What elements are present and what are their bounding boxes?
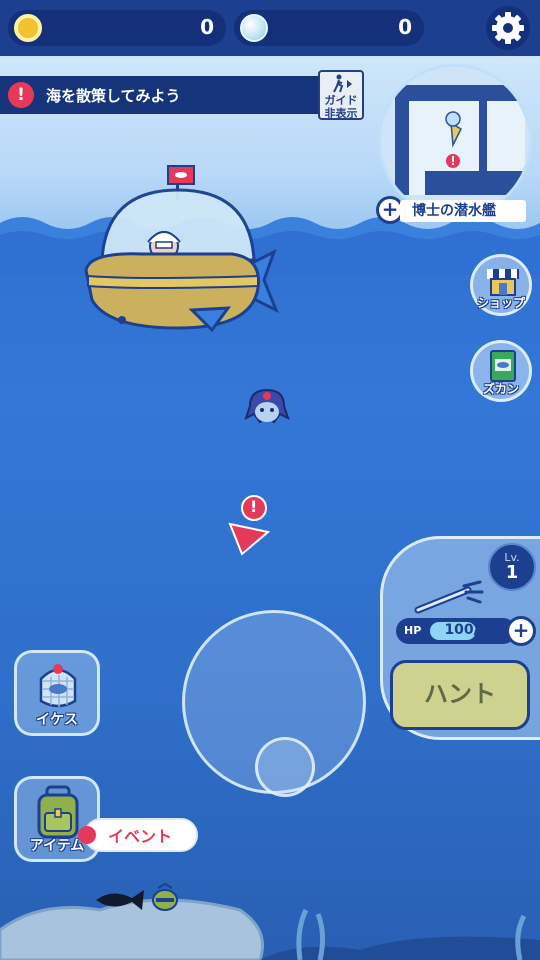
zukan-button[interactable]: ズカン [470, 340, 532, 402]
quest-text: 海を散策してみよう [46, 87, 181, 105]
pearl-count: 0 [398, 15, 412, 39]
ikesu-button[interactable]: イケス [14, 650, 100, 736]
seafloor [0, 898, 540, 960]
hunt-button[interactable]: ハント [390, 660, 530, 730]
hp-plus-button[interactable]: + [506, 616, 536, 646]
minimap-location[interactable]: + 博士の潜水艦 [376, 196, 526, 224]
event-label: イベント [108, 827, 173, 846]
shop-icon [487, 269, 519, 296]
ikesu-label: イケス [36, 712, 78, 728]
zukan-label: ズカン [482, 382, 519, 396]
guide-label-line2: 非表示 [324, 107, 358, 120]
event-notification-dot [78, 826, 96, 844]
pearl-counter: 0 [234, 10, 424, 46]
coin-icon [14, 14, 42, 42]
shop-button[interactable]: ショップ [470, 254, 532, 316]
quest-banner[interactable]: ! 海を散策してみよう [0, 76, 345, 114]
black-fish-silhouette [96, 890, 144, 910]
shop-label: ショップ [476, 296, 525, 310]
settings-button[interactable] [486, 6, 530, 50]
quest-alert-icon: ! [8, 82, 34, 108]
waypoint-alert-glyph: ! [250, 497, 258, 516]
turtle-creature [152, 882, 178, 911]
coin-count: 0 [200, 15, 214, 39]
squid-creature[interactable] [244, 388, 290, 428]
waypoint-arrow [228, 495, 271, 556]
minimap-location-name: 博士の潜水艦 [400, 200, 526, 222]
hp-value: 100/100 [444, 622, 508, 638]
guide-label-line1: ガイド [324, 94, 358, 107]
item-button[interactable]: アイテム [14, 776, 100, 862]
pearl-icon [240, 14, 268, 42]
minimap-layout [381, 67, 529, 215]
encyclopedia-book-icon [490, 350, 516, 382]
fish-tank-icon [39, 664, 77, 708]
walking-person-icon [333, 74, 352, 93]
guide-hide-button[interactable]: ガイド 非表示 [318, 70, 364, 120]
event-button[interactable]: イベント [84, 818, 198, 852]
backpack-icon [37, 785, 79, 839]
gear-icon [492, 12, 524, 44]
hp-label: HP [404, 624, 422, 637]
joystick-knob[interactable] [255, 737, 315, 797]
level-value: 1 [505, 562, 519, 583]
minimap[interactable] [378, 64, 532, 218]
level-badge: Lv. 1 [488, 543, 536, 591]
coin-counter: 0 [8, 10, 226, 46]
harpoon-icon [414, 580, 484, 614]
hp-bar: HP 100/100 [396, 618, 516, 644]
professor-submarine[interactable] [82, 160, 282, 340]
